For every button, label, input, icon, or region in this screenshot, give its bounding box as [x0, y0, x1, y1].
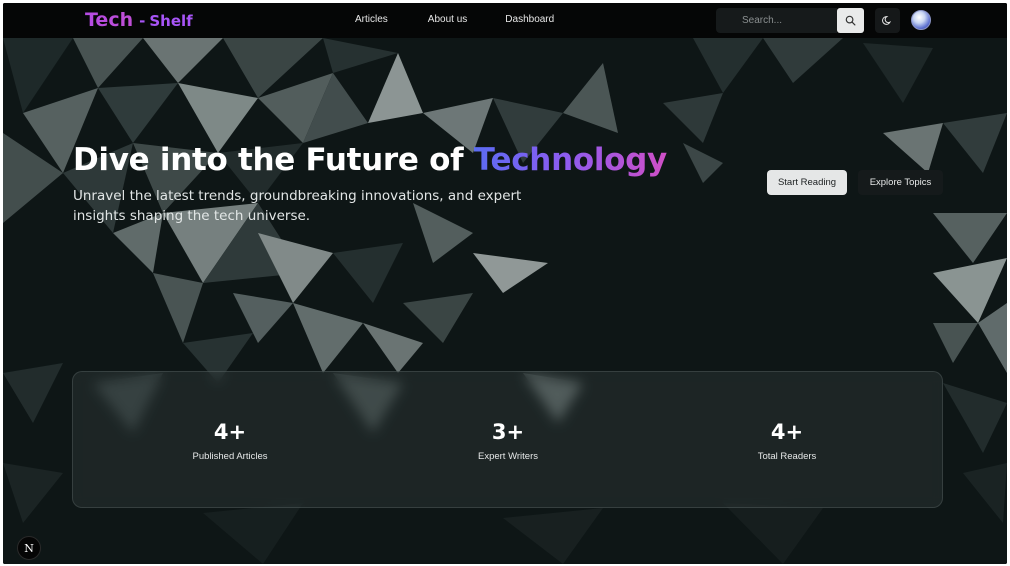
stat-total-readers: 4+ Total Readers [707, 420, 867, 462]
hero-title: Dive into the Future of Technology [73, 142, 667, 178]
logo-main-text: Tech [85, 9, 134, 31]
search-input[interactable] [716, 8, 837, 33]
search-icon [845, 15, 856, 26]
stat-value: 4+ [770, 420, 804, 444]
nav-link-about-us[interactable]: About us [428, 14, 467, 25]
hero-subtitle: Unravel the latest trends, groundbreakin… [73, 188, 522, 224]
avatar[interactable] [911, 10, 931, 30]
stats-panel: 4+ Published Articles 3+ Expert Writers … [72, 371, 943, 508]
hero-title-accent: Technology [473, 142, 667, 178]
stat-value: 3+ [491, 420, 525, 444]
stat-label: Total Readers [757, 451, 817, 462]
explore-topics-button[interactable]: Explore Topics [858, 170, 943, 195]
hero-title-prefix: Dive into the Future of [73, 142, 474, 178]
start-reading-button[interactable]: Start Reading [767, 170, 847, 195]
nav-links: Articles About us Dashboard [355, 14, 554, 25]
nav-link-articles[interactable]: Articles [355, 14, 388, 25]
stat-published-articles: 4+ Published Articles [150, 420, 310, 462]
stat-value: 4+ [213, 420, 247, 444]
nav-link-dashboard[interactable]: Dashboard [505, 14, 554, 25]
stat-label: Expert Writers [477, 451, 538, 462]
theme-toggle-button[interactable] [875, 8, 900, 33]
stat-expert-writers: 3+ Expert Writers [428, 420, 588, 462]
logo-sub-text: Shelf [149, 12, 193, 30]
moon-icon [882, 16, 892, 25]
site-logo[interactable]: Tech - Shelf [85, 9, 193, 31]
search-button[interactable] [837, 8, 864, 33]
page-frame: Tech - Shelf Articles About us Dashboard [3, 3, 1007, 564]
search-bar [716, 8, 865, 33]
logo-separator: - [139, 12, 146, 30]
nextjs-dev-badge[interactable]: N [17, 536, 41, 560]
stat-label: Published Articles [192, 451, 268, 462]
top-navbar: Tech - Shelf Articles About us Dashboard [3, 3, 1007, 38]
